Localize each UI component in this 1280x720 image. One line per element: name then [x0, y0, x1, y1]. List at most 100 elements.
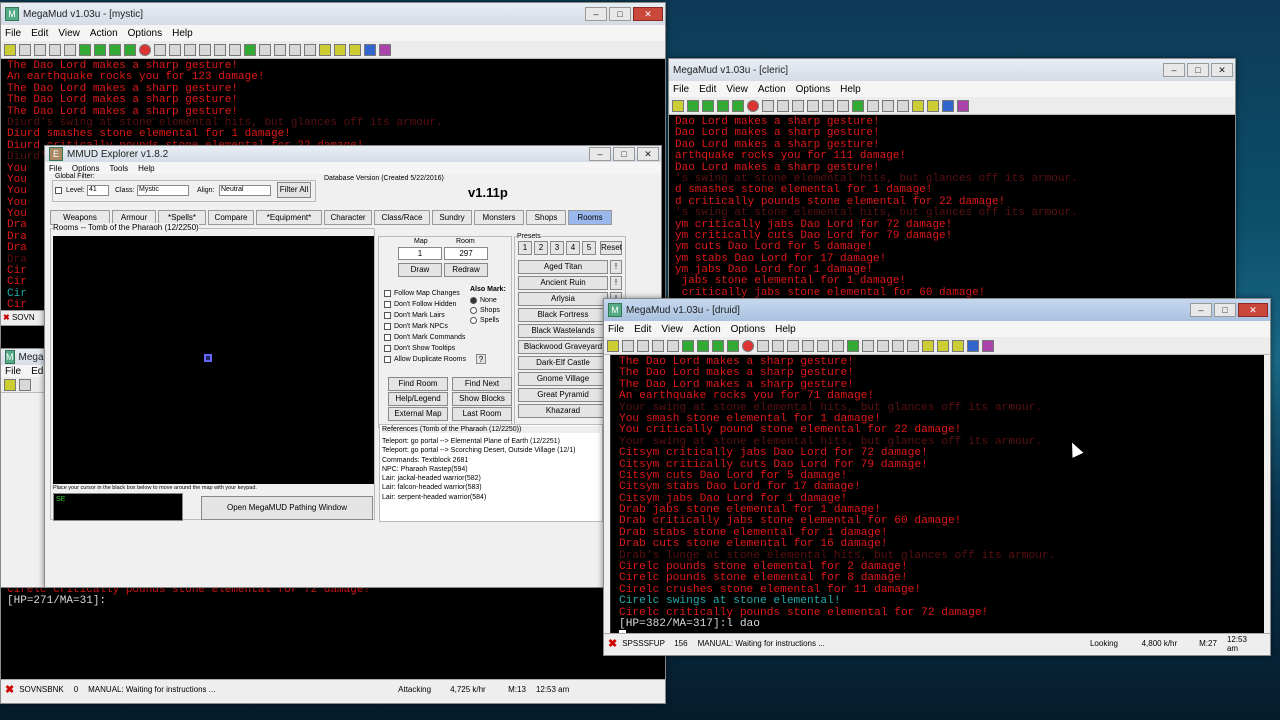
toolbar-icon[interactable] [229, 43, 241, 56]
menu-file[interactable]: File [5, 28, 21, 39]
toolbar-icon[interactable] [852, 99, 864, 112]
class-select[interactable]: Mystic [137, 185, 189, 196]
menu-action[interactable]: Action [90, 28, 118, 39]
menu-help[interactable]: Help [840, 84, 861, 95]
toolbar-icon[interactable] [922, 339, 934, 352]
menu-options[interactable]: Options [796, 84, 830, 95]
tab-sundry[interactable]: Sundry [432, 210, 472, 225]
toolbar-icon[interactable] [19, 378, 31, 391]
toolbar-icon[interactable] [4, 43, 16, 56]
toolbar-icon[interactable] [942, 99, 954, 112]
tab-character[interactable]: Character [324, 210, 372, 225]
reference-item[interactable]: NPC: Pharaoh Rastep(594) [382, 465, 575, 474]
disconnect-icon[interactable]: ✖ [5, 683, 14, 696]
toolbar-icon[interactable] [289, 43, 301, 56]
keypad-box[interactable]: SE [53, 493, 183, 521]
maximize-button[interactable]: □ [1187, 63, 1209, 77]
minimize-button[interactable]: – [1190, 303, 1212, 317]
toolbar-icon[interactable] [622, 339, 634, 352]
preset-button[interactable]: Khazarad [518, 404, 608, 418]
toolbar-icon[interactable] [169, 43, 181, 56]
toolbar-icon[interactable] [334, 43, 346, 56]
toolbar-icon[interactable] [817, 339, 829, 352]
mini-titlebar[interactable]: M MegaM [1, 349, 52, 365]
option-checkbox[interactable]: Don't Mark NPCs [384, 321, 466, 332]
menu-edit[interactable]: Edit [699, 84, 716, 95]
help-qmark-button[interactable]: ? [476, 354, 486, 364]
preset-slot-button[interactable]: 5 [582, 241, 596, 255]
menu-file[interactable]: File [5, 366, 21, 377]
level-input[interactable]: 41 [87, 185, 109, 196]
toolbar-icon[interactable] [667, 339, 679, 352]
preset-slot-button[interactable]: 4 [566, 241, 580, 255]
filter-all-button[interactable]: Filter All [277, 182, 311, 198]
option-checkbox[interactable]: Don't Mark Lairs [384, 310, 466, 321]
menu-help[interactable]: Help [172, 28, 193, 39]
minimize-button[interactable]: – [1163, 63, 1185, 77]
toolbar-icon[interactable] [19, 43, 31, 56]
toolbar-icon[interactable] [304, 43, 316, 56]
toolbar-icon[interactable] [772, 339, 784, 352]
stop-icon[interactable] [742, 339, 754, 352]
mark-radio[interactable]: Spells [470, 316, 500, 326]
toolbar-icon[interactable] [792, 99, 804, 112]
tab-compare[interactable]: Compare [208, 210, 254, 225]
toolbar-icon[interactable] [184, 43, 196, 56]
maximize-button[interactable]: □ [613, 147, 635, 161]
toolbar-icon[interactable] [757, 339, 769, 352]
option-checkbox[interactable]: Follow Map Changes [384, 288, 466, 299]
reference-item[interactable]: Lair: jackal-headed warrior(582) [382, 474, 575, 483]
minimize-button[interactable]: – [585, 7, 607, 21]
search-icon[interactable] [274, 43, 286, 56]
toolbar-icon[interactable] [967, 339, 979, 352]
druid-terminal[interactable]: The Dao Lord makes a sharp gesture! The D… [610, 355, 1264, 633]
book-icon[interactable] [379, 43, 391, 56]
toolbar-icon[interactable] [364, 43, 376, 56]
tab-classrace[interactable]: Class/Race [374, 210, 430, 225]
toolbar-icon[interactable] [717, 99, 729, 112]
toolbar-icon[interactable] [672, 99, 684, 112]
menu-edit[interactable]: Edit [634, 324, 651, 335]
toolbar-icon[interactable] [892, 339, 904, 352]
tab-shops[interactable]: Shops [526, 210, 566, 225]
menu-action[interactable]: Action [758, 84, 786, 95]
toolbar-icon[interactable] [637, 339, 649, 352]
menu-options[interactable]: Options [72, 164, 100, 173]
close-button[interactable]: ✕ [637, 147, 659, 161]
toolbar-icon[interactable] [94, 43, 106, 56]
preset-button[interactable]: Black Fortress [518, 308, 608, 322]
close-button[interactable]: ✕ [1238, 303, 1268, 317]
preset-button[interactable]: Aged Titan [518, 260, 608, 274]
toolbar-icon[interactable] [697, 339, 709, 352]
reference-item[interactable]: Teleport: go portal --> Scorching Desert… [382, 446, 575, 455]
pathing-window-button[interactable]: Open MegaMUD Pathing Window [201, 496, 373, 520]
maximize-button[interactable]: □ [1214, 303, 1236, 317]
toolbar-icon[interactable] [727, 339, 739, 352]
stop-icon[interactable] [139, 43, 151, 56]
toolbar-icon[interactable] [822, 99, 834, 112]
maximize-button[interactable]: □ [609, 7, 631, 21]
align-select[interactable]: Neutral [219, 185, 271, 196]
toolbar-icon[interactable] [607, 339, 619, 352]
toolbar-icon[interactable] [907, 339, 919, 352]
option-checkbox[interactable]: Don't Follow Hidden [384, 299, 466, 310]
last-room-button[interactable]: Last Room [452, 407, 512, 421]
stop-icon[interactable] [747, 99, 759, 112]
cleric-terminal[interactable]: Dao Lord makes a sharp gesture! Dao Lord … [669, 115, 1235, 303]
toolbar-icon[interactable] [49, 43, 61, 56]
preset-button[interactable]: Arlysia [518, 292, 608, 306]
menu-file[interactable]: File [608, 324, 624, 335]
map-canvas[interactable] [53, 236, 374, 484]
menu-view[interactable]: View [661, 324, 683, 335]
druid-titlebar[interactable]: M MegaMud v1.03u - [druid] – □ ✕ [604, 299, 1270, 321]
minimize-button[interactable]: – [589, 147, 611, 161]
preset-button[interactable]: Dark-Elf Castle [518, 356, 608, 370]
toolbar-icon[interactable] [64, 43, 76, 56]
reset-button[interactable]: Reset [600, 241, 622, 255]
book-icon[interactable] [957, 99, 969, 112]
preset-edit-button[interactable]: ! [610, 260, 622, 274]
preset-button[interactable]: Gnome Village [518, 372, 608, 386]
redraw-button[interactable]: Redraw [444, 263, 488, 277]
menu-options[interactable]: Options [128, 28, 162, 39]
option-checkbox[interactable]: Don't Mark Commands [384, 332, 466, 343]
